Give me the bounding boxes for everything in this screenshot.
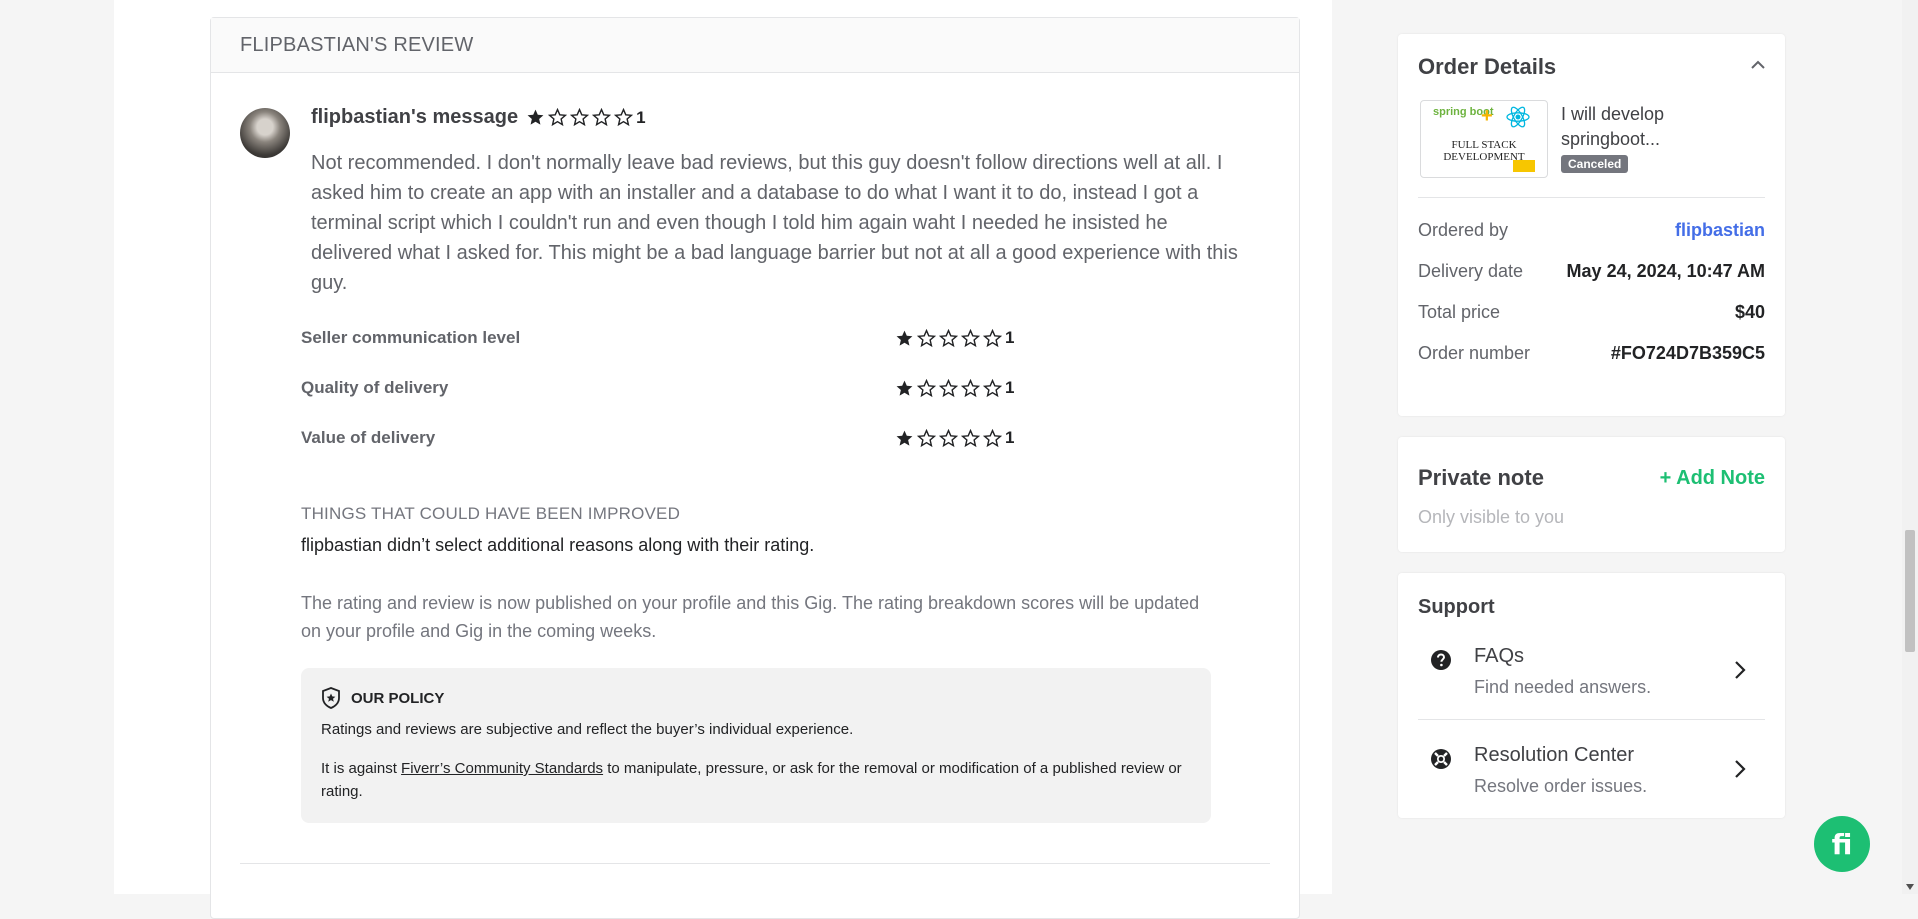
divider xyxy=(1418,719,1765,720)
support-item-desc: Find needed answers. xyxy=(1474,677,1652,697)
order-row-value: #FO724D7B359C5 xyxy=(1610,343,1765,363)
message-rating-value: 1 xyxy=(636,107,646,127)
chat-button[interactable]: fi xyxy=(1814,816,1870,872)
react-logo-icon xyxy=(1506,106,1530,128)
divider xyxy=(1418,197,1765,198)
star-empty-icon xyxy=(961,328,980,348)
buyer-link[interactable]: flipbastian xyxy=(1675,220,1765,241)
order-row-key: Total price xyxy=(1418,302,1501,322)
star-empty-icon xyxy=(983,328,1002,348)
star-empty-icon xyxy=(961,378,980,398)
star-empty-icon xyxy=(548,108,568,127)
support-item-desc: Resolve order issues. xyxy=(1474,776,1648,796)
star-filled-icon xyxy=(895,329,914,348)
order-row-total-price: Total price $40 xyxy=(1418,302,1765,323)
scrollbar-thumb[interactable] xyxy=(1905,530,1915,652)
order-row-order-number: Order number #FO724D7B359C5 xyxy=(1418,343,1765,364)
support-item-name: Resolution Center xyxy=(1474,744,1635,766)
rating-label: Quality of delivery xyxy=(301,378,449,397)
order-details-title: Order Details xyxy=(1418,54,1557,79)
rating-value: 1 xyxy=(1005,328,1015,347)
rating-label: Seller communication level xyxy=(301,328,521,347)
policy-standards-text: It is against Fiverr’s Community Standar… xyxy=(321,757,1201,803)
rating-stars xyxy=(895,328,1002,348)
rating-stars xyxy=(895,428,1002,448)
rating-value: 1 xyxy=(1005,428,1015,447)
order-details-card: Order Details spring boot + FULL STACK D… xyxy=(1398,34,1785,416)
star-empty-icon xyxy=(939,328,958,348)
support-card: Support FAQs Find needed answers. Resolu… xyxy=(1398,573,1785,818)
gig-title[interactable]: I will develop springboot... xyxy=(1561,102,1731,152)
star-empty-icon xyxy=(983,428,1002,448)
order-row-key: Order number xyxy=(1418,343,1531,363)
chevron-right-icon xyxy=(1735,661,1746,679)
star-empty-icon xyxy=(939,378,958,398)
star-filled-icon xyxy=(895,429,914,448)
star-empty-icon xyxy=(983,378,1002,398)
support-title: Support xyxy=(1418,596,1495,618)
order-row-ordered-by: Ordered by flipbastian xyxy=(1418,220,1765,241)
rating-stars xyxy=(895,378,1002,398)
review-message-text: Not recommended. I don't normally leave … xyxy=(311,152,1238,294)
star-filled-icon xyxy=(895,379,914,398)
order-row-key: Delivery date xyxy=(1418,261,1524,281)
page-scrollbar[interactable] xyxy=(1902,0,1918,894)
policy-box: OUR POLICY Ratings and reviews are subje… xyxy=(301,668,1211,823)
rating-value: 1 xyxy=(1005,378,1015,397)
shield-star-icon xyxy=(322,687,340,709)
avatar[interactable] xyxy=(240,108,290,158)
main-card: FLIPBASTIAN'S REVIEW flipbastian's messa… xyxy=(114,0,1332,919)
policy-title-text: OUR POLICY xyxy=(351,689,445,707)
question-circle-icon xyxy=(1431,650,1451,670)
support-item-name: FAQs xyxy=(1474,645,1525,667)
rating-row-communication: Seller communication level 1 xyxy=(301,323,1101,353)
order-row-value: May 24, 2024, 10:47 AM xyxy=(1566,261,1765,281)
star-empty-icon xyxy=(614,108,634,127)
community-standards-link[interactable]: Fiverr’s Community Standards xyxy=(401,760,603,777)
policy-title: OUR POLICY xyxy=(321,687,444,709)
private-note-title: Private note xyxy=(1418,465,1544,490)
message-title: flipbastian's message xyxy=(311,106,519,128)
order-row-delivery-date: Delivery date May 24, 2024, 10:47 AM xyxy=(1418,261,1765,282)
policy-text-before: It is against xyxy=(321,760,402,777)
chevron-up-icon[interactable] xyxy=(1749,56,1767,74)
star-empty-icon xyxy=(917,428,936,448)
add-note-button[interactable]: + Add Note xyxy=(1660,467,1765,490)
support-item-faqs[interactable]: FAQs Find needed answers. xyxy=(1418,635,1765,715)
divider xyxy=(240,863,1270,864)
published-notice: The rating and review is now published o… xyxy=(301,593,1200,641)
order-row-value: $40 xyxy=(1734,302,1765,322)
review-panel: FLIPBASTIAN'S REVIEW flipbastian's messa… xyxy=(210,17,1300,919)
rating-label: Value of delivery xyxy=(301,428,436,447)
improvements-heading: THINGS THAT COULD HAVE BEEN IMPROVED xyxy=(301,504,681,523)
gig-thumbnail[interactable]: spring boot + FULL STACK DEVELOPMENT xyxy=(1420,100,1548,178)
scroll-down-arrow-icon[interactable] xyxy=(1906,884,1914,890)
private-note-card: Private note + Add Note Only visible to … xyxy=(1398,437,1785,552)
message-header: flipbastian's message 1 xyxy=(311,106,646,129)
fiverr-logo-icon: fi xyxy=(1831,827,1853,861)
chevron-right-icon xyxy=(1735,760,1746,778)
thumb-sticker-icon xyxy=(1513,160,1535,172)
rating-row-value: Value of delivery 1 xyxy=(301,423,1101,453)
star-empty-icon xyxy=(570,108,590,127)
star-filled-icon xyxy=(526,108,545,127)
lifebuoy-icon xyxy=(1431,749,1451,769)
star-empty-icon xyxy=(939,428,958,448)
star-empty-icon xyxy=(917,328,936,348)
star-empty-icon xyxy=(917,378,936,398)
improvements-text: flipbastian didn’t select additional rea… xyxy=(301,535,815,555)
status-badge: Canceled xyxy=(1561,155,1629,173)
review-header: FLIPBASTIAN'S REVIEW xyxy=(211,18,1299,73)
private-note-subtitle: Only visible to you xyxy=(1418,507,1565,527)
thumb-plus-icon: + xyxy=(1481,105,1493,127)
rating-row-quality: Quality of delivery 1 xyxy=(301,373,1101,403)
order-row-key: Ordered by xyxy=(1418,220,1509,240)
message-stars xyxy=(526,108,634,127)
policy-text: Ratings and reviews are subjective and r… xyxy=(321,721,854,738)
star-empty-icon xyxy=(592,108,612,127)
support-item-resolution-center[interactable]: Resolution Center Resolve order issues. xyxy=(1418,734,1765,814)
star-empty-icon xyxy=(961,428,980,448)
